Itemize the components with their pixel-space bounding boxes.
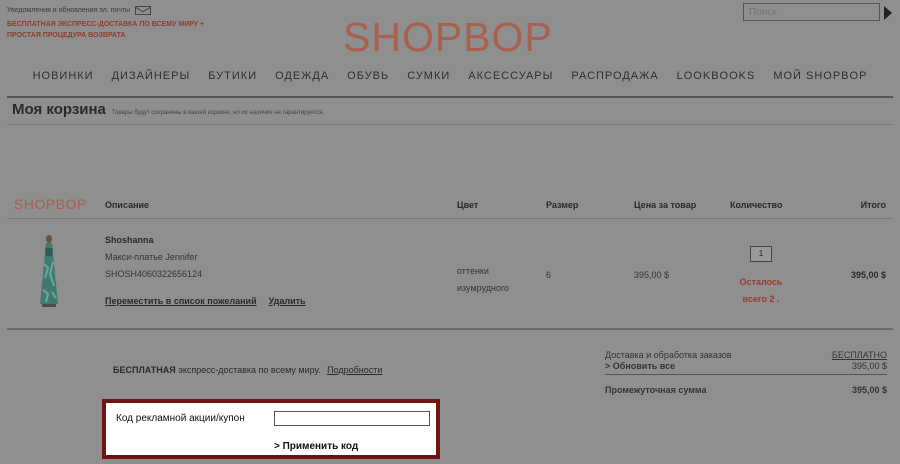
update-all-link[interactable]: > Обновить все [605,361,675,372]
search-input[interactable] [743,3,880,21]
shipping-bold: БЕСПЛАТНАЯ [113,365,176,375]
header-price: Цена за товар [634,200,697,210]
promo-line-2: ПРОСТАЯ ПРОЦЕДУРА ВОЗВРАТА [7,32,126,39]
coupon-label: Код рекламной акции/купон [116,413,245,424]
color-line-1: оттенки [457,266,489,276]
subtotal-row: Промежуточная сумма 395,00 $ [605,385,887,396]
cart-note: Товары будут сохранены в вашей корзине, … [111,110,325,116]
nav-divider [7,96,893,98]
update-row: > Обновить все 395,00 $ [605,361,887,372]
page-title: Моя корзина [12,101,106,118]
move-to-wishlist-link[interactable]: Переместить в список пожеланий [105,296,257,306]
delivery-row: Доставка и обработка заказов БЕСПЛАТНО [605,350,887,361]
header-left: Уведомления и обновления эл. почты БЕСПЛ… [7,6,204,41]
color-line-2: изумрудного [457,283,510,293]
table-logo: SHOPBOP [14,196,87,212]
stock-warning: Осталось всего 2 . [728,274,794,308]
product-name[interactable]: Макси-платье Jennifer [105,252,197,262]
apply-code-button[interactable]: > Применить код [274,441,358,452]
search-submit-icon[interactable] [884,6,892,20]
table-header-divider [7,218,893,219]
product-color: оттенки изумрудного [457,263,537,297]
shipping-info: БЕСПЛАТНАЯ экспресс-доставка по всему ми… [113,365,382,375]
nav-item-my-shopbop[interactable]: МОЙ SHOPBOP [773,70,867,82]
nav-item-lookbooks[interactable]: LOOKBOOKS [677,70,756,82]
main-nav: НОВИНКИ ДИЗАЙНЕРЫ БУТИКИ ОДЕЖДА ОБУВЬ СУ… [0,70,900,82]
delivery-label: Доставка и обработка заказов [605,350,732,360]
header-quantity: Количество [730,200,783,210]
header-description: Описание [105,200,150,210]
stock-line-2: всего 2 . [742,294,780,304]
nav-item-shoes[interactable]: ОБУВЬ [347,70,389,82]
product-size: 6 [546,270,552,280]
nav-item-accessories[interactable]: АКСЕССУАРЫ [468,70,553,82]
summary-divider [605,374,887,375]
items-divider [7,328,893,330]
coupon-panel: Код рекламной акции/купон > Применить ко… [102,399,440,459]
cart-page: Уведомления и обновления эл. почты БЕСПЛ… [0,0,900,464]
update-value: 395,00 $ [851,361,887,371]
nav-item-designers[interactable]: ДИЗАЙНЕРЫ [112,70,191,82]
item-total: 395,00 $ [850,270,886,280]
subtotal-value: 395,00 $ [851,385,887,395]
subtotal-label: Промежуточная сумма [605,385,707,395]
cart-header: Моя корзина Товары будут сохранены в ваш… [12,101,324,118]
shipping-text: экспресс-доставка по всему миру. [178,365,321,375]
nav-item-bags[interactable]: СУМКИ [407,70,450,82]
header-color: Цвет [457,200,479,210]
product-brand[interactable]: Shoshanna [105,235,154,245]
mail-icon[interactable] [135,6,152,15]
shipping-details-link[interactable]: Подробности [327,365,382,375]
nav-item-boutiques[interactable]: БУТИКИ [208,70,257,82]
stock-line-1: Осталось [739,277,783,287]
header-total: Итого [860,200,886,210]
delete-item-link[interactable]: Удалить [269,296,306,306]
item-actions: Переместить в список пожеланий Удалить [105,296,306,306]
product-price: 395,00 $ [634,270,670,280]
delivery-value[interactable]: БЕСПЛАТНО [832,350,887,361]
promo-line-1: БЕСПЛАТНАЯ ЭКСПРЕСС-ДОСТАВКА ПО ВСЕМУ МИ… [7,21,205,28]
nav-item-clothing[interactable]: ОДЕЖДА [275,70,329,82]
site-logo[interactable]: SHOPBOP [343,14,553,61]
email-notifications-link[interactable]: Уведомления и обновления эл. почты [7,6,204,15]
notifications-text: Уведомления и обновления эл. почты [7,7,131,14]
coupon-input[interactable] [274,411,430,426]
order-summary: Доставка и обработка заказов БЕСПЛАТНО >… [605,350,887,396]
quantity-input[interactable]: 1 [750,246,772,262]
nav-item-new[interactable]: НОВИНКИ [33,70,94,82]
product-image[interactable] [36,234,62,310]
title-divider [7,124,893,125]
product-sku: SHOSH4060322656124 [105,269,203,279]
nav-item-sale[interactable]: РАСПРОДАЖА [571,70,658,82]
header-size: Размер [546,200,579,210]
promo-banner[interactable]: БЕСПЛАТНАЯ ЭКСПРЕСС-ДОСТАВКА ПО ВСЕМУ МИ… [7,19,204,41]
